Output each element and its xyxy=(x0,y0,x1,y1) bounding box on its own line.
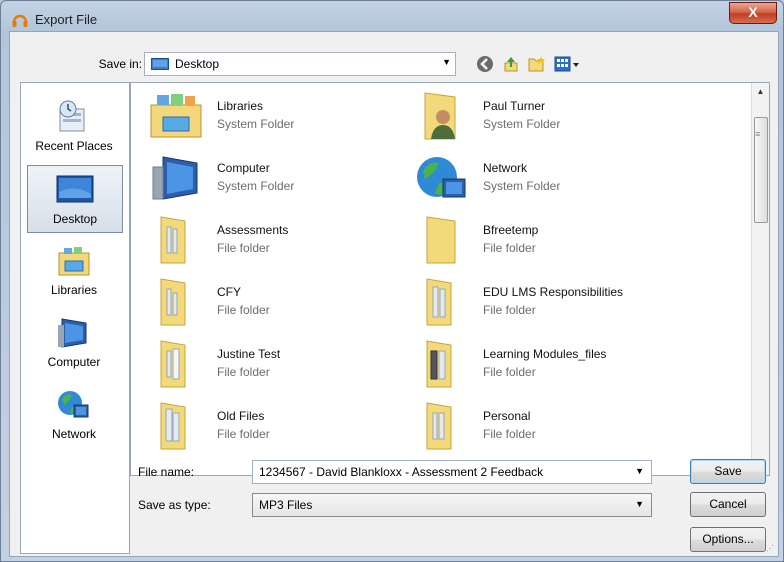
network-icon xyxy=(58,391,89,418)
file-name-value: 1234567 - David Blankloxx - Assessment 2… xyxy=(259,465,544,479)
options-button[interactable]: Options... xyxy=(690,527,766,552)
file-type: File folder xyxy=(217,427,270,441)
file-type: System Folder xyxy=(217,179,295,193)
libraries-icon xyxy=(58,247,90,276)
file-name: EDU LMS Responsibilities xyxy=(483,285,624,299)
navigation-toolbar xyxy=(472,53,602,75)
file-type: File folder xyxy=(217,303,270,317)
file-name: Personal xyxy=(483,409,531,423)
file-name: CFY xyxy=(217,285,241,299)
file-name: Paul Turner xyxy=(483,99,546,113)
place-label: Recent Places xyxy=(35,139,113,153)
resize-grip-icon[interactable]: ⋰ xyxy=(766,544,776,554)
new-folder-icon[interactable] xyxy=(528,55,546,73)
file-item-paul-turner[interactable]: Paul Turner System Folder xyxy=(407,89,667,143)
file-type: System Folder xyxy=(483,117,561,131)
file-item-computer[interactable]: Computer System Folder xyxy=(141,151,401,205)
place-network[interactable]: Network xyxy=(27,381,121,447)
file-item-assessments[interactable]: Assessments File folder xyxy=(141,213,401,267)
file-item-bfreetemp[interactable]: Bfreetemp File folder xyxy=(407,213,667,267)
place-label: Computer xyxy=(47,355,101,369)
chevron-down-icon[interactable]: ▼ xyxy=(635,466,644,476)
headphones-icon xyxy=(12,14,28,27)
place-label: Desktop xyxy=(52,212,98,226)
file-type: File folder xyxy=(483,365,536,379)
file-item-old-files[interactable]: Old Files File folder xyxy=(141,399,401,453)
scroll-up-icon[interactable]: ▲ xyxy=(752,83,769,100)
save-in-row: Save in: Desktop ▼ xyxy=(10,52,778,76)
file-type: File folder xyxy=(483,303,536,317)
file-list: Libraries System Folder Paul Turner Syst… xyxy=(130,82,770,476)
file-name: Learning Modules_files xyxy=(483,347,607,361)
file-type: System Folder xyxy=(483,179,561,193)
file-name: Justine Test xyxy=(217,347,281,361)
network-icon xyxy=(417,157,466,198)
folder-icon xyxy=(160,402,186,450)
back-icon[interactable] xyxy=(476,55,494,73)
file-item-edu-lms-responsibilities[interactable]: EDU LMS Responsibilities File folder xyxy=(407,275,667,329)
file-list-scrollbar[interactable]: ▲ ≡ ▼ xyxy=(751,83,769,475)
desktop-icon xyxy=(56,175,94,203)
file-item-cfy[interactable]: CFY File folder xyxy=(141,275,401,329)
file-name: Old Files xyxy=(217,409,265,423)
folder-icon xyxy=(160,216,186,264)
file-type: File folder xyxy=(217,365,270,379)
chevron-down-icon: ▼ xyxy=(635,499,644,509)
computer-icon xyxy=(152,156,198,200)
file-name: Assessments xyxy=(217,223,289,237)
close-button[interactable]: X xyxy=(729,2,777,24)
file-item-libraries[interactable]: Libraries System Folder xyxy=(141,89,401,143)
file-type: File folder xyxy=(483,427,536,441)
export-file-dialog: Export File X Save in: Desktop ▼ Recent … xyxy=(0,0,784,562)
scrollbar-grip-icon: ≡ xyxy=(755,129,761,139)
folder-icon xyxy=(426,216,456,264)
recent-places-icon xyxy=(59,100,85,132)
file-item-network[interactable]: Network System Folder xyxy=(407,151,667,205)
cancel-button[interactable]: Cancel xyxy=(690,492,766,517)
file-type: File folder xyxy=(483,241,536,255)
user-folder-icon xyxy=(424,92,456,140)
chevron-down-icon: ▼ xyxy=(442,57,451,67)
place-desktop[interactable]: Desktop xyxy=(27,165,123,233)
file-name: Computer xyxy=(217,161,270,175)
file-type: System Folder xyxy=(217,117,295,131)
file-name: Bfreetemp xyxy=(483,223,539,237)
place-libraries[interactable]: Libraries xyxy=(27,237,121,303)
save-as-type-value: MP3 Files xyxy=(259,498,313,512)
file-name: Network xyxy=(483,161,528,175)
folder-icon xyxy=(160,340,186,388)
libraries-icon xyxy=(150,94,202,138)
folder-icon xyxy=(426,278,452,326)
desktop-icon xyxy=(151,58,169,70)
place-label: Libraries xyxy=(50,283,98,297)
folder-icon xyxy=(426,340,452,388)
file-item-learning-modules-files[interactable]: Learning Modules_files File folder xyxy=(407,337,667,391)
place-recent-places[interactable]: Recent Places xyxy=(27,93,121,159)
view-menu-icon[interactable] xyxy=(554,55,580,73)
save-in-value: Desktop xyxy=(175,57,220,71)
computer-icon xyxy=(58,318,87,348)
file-name: Libraries xyxy=(217,99,264,113)
file-item-justine-test[interactable]: Justine Test File folder xyxy=(141,337,401,391)
file-item-personal[interactable]: Personal File folder xyxy=(407,399,667,453)
save-as-type-dropdown[interactable]: MP3 Files ▼ xyxy=(252,493,652,517)
place-computer[interactable]: Computer xyxy=(27,309,121,375)
save-button[interactable]: Save xyxy=(690,459,766,484)
file-name-label: File name: xyxy=(138,465,195,479)
window-title: Export File xyxy=(35,12,98,27)
file-name-input[interactable]: 1234567 - David Blankloxx - Assessment 2… xyxy=(252,460,652,484)
folder-icon xyxy=(160,278,186,326)
save-as-type-label: Save as type: xyxy=(138,498,211,512)
save-in-label: Save in: xyxy=(98,57,142,71)
folder-icon xyxy=(426,402,452,450)
places-bar: Recent Places Desktop Libraries Computer… xyxy=(20,82,130,554)
file-type: File folder xyxy=(217,241,270,255)
up-folder-icon[interactable] xyxy=(502,55,520,73)
save-in-dropdown[interactable]: Desktop ▼ xyxy=(144,52,456,76)
place-label: Network xyxy=(51,427,96,441)
dialog-body: Save in: Desktop ▼ Recent Places Desktop… xyxy=(9,31,779,557)
